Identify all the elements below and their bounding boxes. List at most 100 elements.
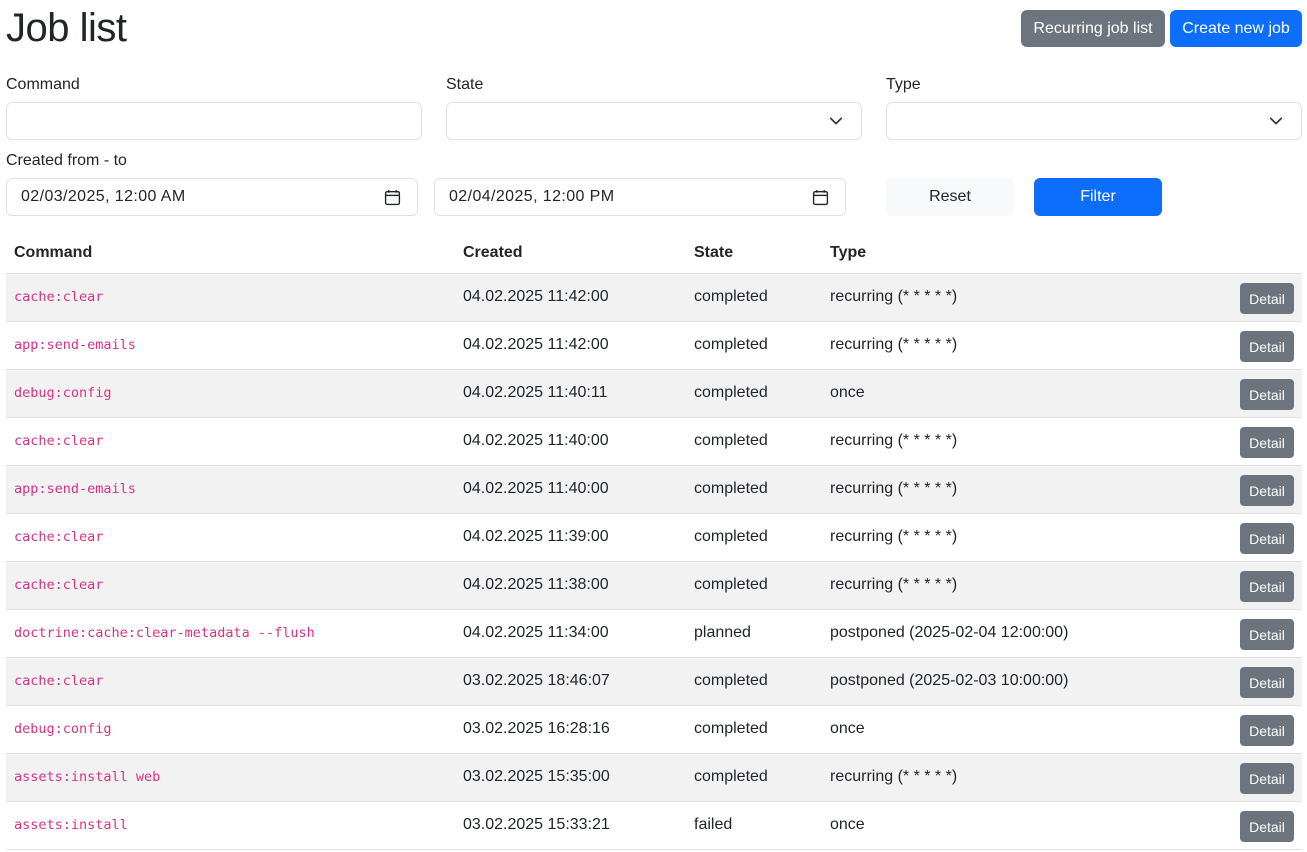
detail-button[interactable]: Detail [1240, 379, 1294, 410]
calendar-icon[interactable] [812, 189, 829, 206]
command-text: app:send-emails [14, 481, 136, 497]
cell-created: 04.02.2025 11:40:00 [455, 465, 686, 514]
detail-button[interactable]: Detail [1240, 715, 1294, 746]
chevron-down-icon [829, 117, 843, 125]
detail-button[interactable]: Detail [1240, 475, 1294, 506]
command-filter-input[interactable] [6, 102, 422, 140]
cell-type: recurring (* * * * *) [822, 561, 1122, 610]
page-title: Job list [6, 6, 127, 50]
column-header-created: Created [455, 233, 686, 274]
cell-command: cache:clear [6, 513, 455, 562]
table-row: app:send-emails 04.02.2025 11:40:00 comple… [6, 465, 1302, 514]
cell-type: recurring (* * * * *) [822, 753, 1122, 802]
jobs-table: Command Created State Type cache:clear 04… [6, 233, 1302, 850]
created-to-input[interactable]: 02/04/2025, 12:00 PM [434, 178, 846, 216]
cell-state: completed [686, 369, 822, 418]
cell-type: postponed (2025-02-03 10:00:00) [822, 657, 1122, 706]
command-text: debug:config [14, 721, 112, 737]
cell-actions: Detail [1122, 465, 1302, 514]
table-row: cache:clear 04.02.2025 11:40:00 completed r… [6, 417, 1302, 466]
detail-button[interactable]: Detail [1240, 283, 1294, 314]
cell-actions: Detail [1122, 801, 1302, 850]
job-list-page: Job list Recurring job list Create new j… [0, 0, 1307, 852]
detail-button[interactable]: Detail [1240, 619, 1294, 650]
filter-button[interactable]: Filter [1034, 178, 1162, 216]
type-filter-select[interactable] [886, 102, 1302, 140]
cell-command: app:send-emails [6, 465, 455, 514]
detail-button[interactable]: Detail [1240, 523, 1294, 554]
created-to-value: 02/04/2025, 12:00 PM [449, 188, 615, 205]
detail-button[interactable]: Detail [1240, 331, 1294, 362]
cell-command: cache:clear [6, 417, 455, 466]
cell-command: app:send-emails [6, 321, 455, 370]
cell-state: completed [686, 513, 822, 562]
cell-type: once [822, 369, 1122, 418]
cell-type: once [822, 801, 1122, 850]
column-header-state: State [686, 233, 822, 274]
column-header-command: Command [6, 233, 455, 274]
cell-command: cache:clear [6, 657, 455, 706]
state-filter-select[interactable] [446, 102, 862, 140]
command-text: cache:clear [14, 577, 104, 593]
cell-type: recurring (* * * * *) [822, 321, 1122, 370]
created-range-label: Created from - to [6, 152, 127, 169]
command-text: debug:config [14, 385, 112, 401]
state-filter-label: State [446, 76, 484, 93]
command-text: assets:install [14, 817, 128, 833]
cell-actions: Detail [1122, 753, 1302, 802]
table-row: cache:clear 04.02.2025 11:42:00 completed r… [6, 273, 1302, 322]
cell-state: completed [686, 465, 822, 514]
cell-state: failed [686, 801, 822, 850]
recurring-job-list-button[interactable]: Recurring job list [1021, 10, 1165, 47]
cell-command: cache:clear [6, 273, 455, 322]
detail-button[interactable]: Detail [1240, 571, 1294, 602]
cell-state: completed [686, 417, 822, 466]
table-row: doctrine:cache:clear-metadata --flush 04.… [6, 609, 1302, 658]
cell-state: completed [686, 705, 822, 754]
detail-button[interactable]: Detail [1240, 811, 1294, 842]
command-text: app:send-emails [14, 337, 136, 353]
cell-actions: Detail [1122, 321, 1302, 370]
cell-created: 04.02.2025 11:42:00 [455, 321, 686, 370]
cell-command: debug:config [6, 705, 455, 754]
detail-button[interactable]: Detail [1240, 427, 1294, 458]
cell-created: 04.02.2025 11:40:11 [455, 369, 686, 418]
calendar-icon[interactable] [384, 189, 401, 206]
detail-button[interactable]: Detail [1240, 667, 1294, 698]
reset-button[interactable]: Reset [886, 178, 1014, 216]
cell-command: assets:install [6, 801, 455, 850]
cell-type: recurring (* * * * *) [822, 465, 1122, 514]
cell-state: planned [686, 609, 822, 658]
cell-created: 04.02.2025 11:38:00 [455, 561, 686, 610]
table-row: cache:clear 04.02.2025 11:38:00 completed r… [6, 561, 1302, 610]
type-filter-label: Type [886, 76, 921, 93]
cell-command: doctrine:cache:clear-metadata --flush [6, 609, 455, 658]
create-new-job-button[interactable]: Create new job [1170, 10, 1302, 47]
cell-actions: Detail [1122, 561, 1302, 610]
command-text: cache:clear [14, 433, 104, 449]
cell-actions: Detail [1122, 273, 1302, 322]
command-text: cache:clear [14, 529, 104, 545]
cell-type: once [822, 705, 1122, 754]
table-row: debug:config 03.02.2025 16:28:16 completed… [6, 705, 1302, 754]
detail-button[interactable]: Detail [1240, 763, 1294, 794]
table-header-row: Command Created State Type [6, 233, 1302, 274]
cell-type: recurring (* * * * *) [822, 417, 1122, 466]
table-row: assets:install 03.02.2025 15:33:21 failed o… [6, 801, 1302, 850]
command-text: doctrine:cache:clear-metadata --flush [14, 625, 315, 641]
command-text: cache:clear [14, 289, 104, 305]
created-from-input[interactable]: 02/03/2025, 12:00 AM [6, 178, 418, 216]
cell-state: completed [686, 753, 822, 802]
created-from-value: 02/03/2025, 12:00 AM [21, 188, 186, 205]
cell-created: 04.02.2025 11:40:00 [455, 417, 686, 466]
cell-type: postponed (2025-02-04 12:00:00) [822, 609, 1122, 658]
cell-created: 03.02.2025 16:28:16 [455, 705, 686, 754]
cell-state: completed [686, 321, 822, 370]
cell-created: 04.02.2025 11:39:00 [455, 513, 686, 562]
cell-created: 04.02.2025 11:42:00 [455, 273, 686, 322]
cell-actions: Detail [1122, 369, 1302, 418]
cell-actions: Detail [1122, 705, 1302, 754]
cell-actions: Detail [1122, 417, 1302, 466]
cell-created: 03.02.2025 15:33:21 [455, 801, 686, 850]
table-row: debug:config 04.02.2025 11:40:11 completed… [6, 369, 1302, 418]
